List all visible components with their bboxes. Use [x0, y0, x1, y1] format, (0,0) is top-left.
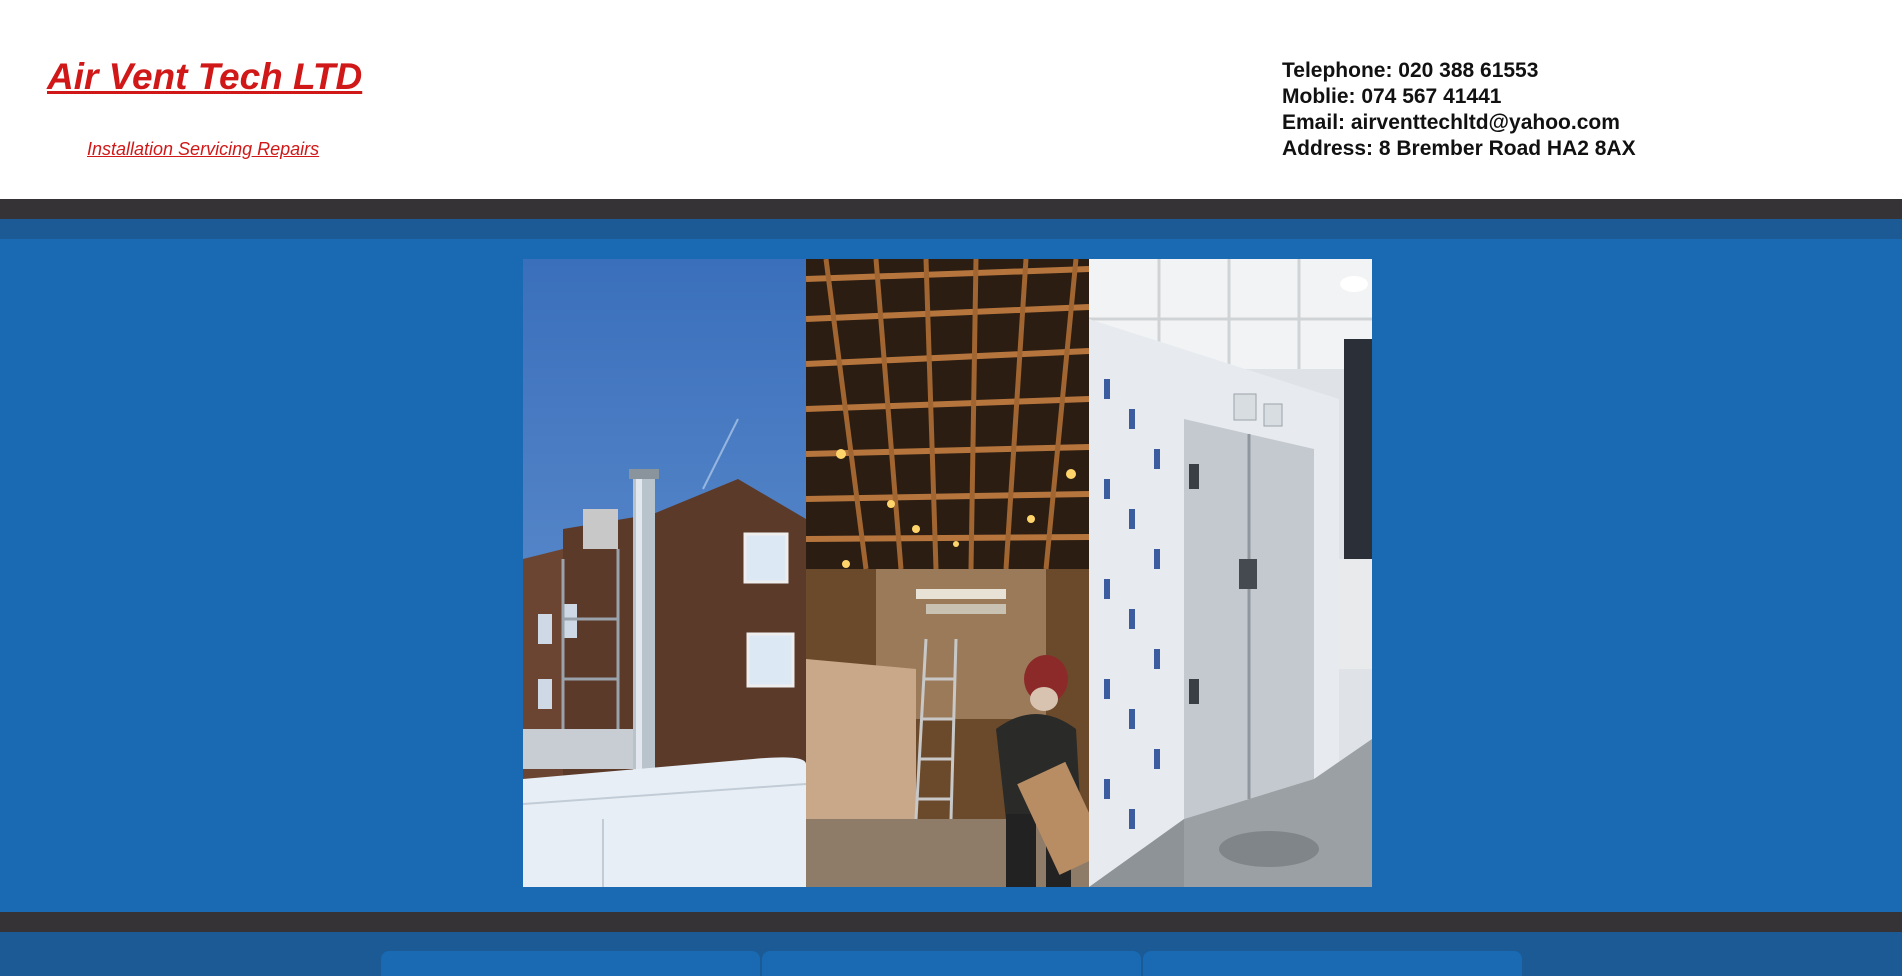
email-text: Email: airventtechltd@yahoo.com: [1282, 111, 1620, 134]
mobile-text: Moblie: 074 567 41441: [1282, 85, 1502, 108]
page: Air Vent Tech LTD Installation Servicing…: [0, 0, 1902, 976]
top-nav-subbar: [0, 219, 1902, 239]
bottom-tab-1[interactable]: [381, 951, 760, 976]
building-exterior-flue-photo: [523, 259, 806, 887]
cold-room-panels-image: [1089, 259, 1372, 887]
ceiling-lights-installation-photo: [806, 259, 1089, 887]
photo-gallery: [523, 259, 1372, 887]
cold-room-panels-photo: [1089, 259, 1372, 887]
ceiling-lights-installation-image: [806, 259, 1089, 887]
site-title-link[interactable]: Air Vent Tech LTD: [47, 56, 362, 98]
bottom-tab-2[interactable]: [762, 951, 1141, 976]
bottom-nav-bar: [0, 912, 1902, 932]
bottom-tabs: [381, 951, 1522, 976]
top-nav-bar: [0, 199, 1902, 219]
hero-section: [0, 239, 1902, 912]
building-exterior-flue-image: [523, 259, 806, 887]
bottom-tab-3[interactable]: [1143, 951, 1522, 976]
address-text: Address: 8 Brember Road HA2 8AX: [1282, 137, 1636, 160]
telephone-text: Telephone: 020 388 61553: [1282, 59, 1539, 82]
site-header: Air Vent Tech LTD Installation Servicing…: [0, 0, 1902, 199]
contact-info: Telephone: 020 388 61553 Moblie: 074 567…: [1282, 58, 1636, 162]
tagline-link[interactable]: Installation Servicing Repairs: [87, 139, 319, 160]
